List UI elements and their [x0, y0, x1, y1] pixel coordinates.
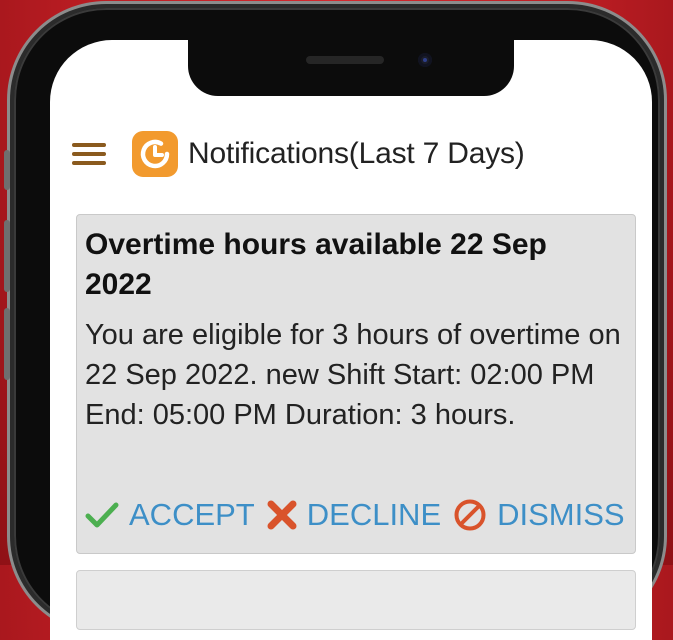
- notification-title: Overtime hours available 22 Sep 2022: [85, 228, 547, 301]
- accept-button[interactable]: ACCEPT: [85, 497, 255, 533]
- app-header: Notifications(Last 7 Days): [72, 131, 652, 177]
- phone-frame: Notifications(Last 7 Days) Overtime hour…: [4, 8, 660, 640]
- clock-app-logo-icon: [132, 131, 178, 177]
- volume-up-button: [4, 220, 10, 292]
- x-cross-icon: [267, 500, 297, 530]
- mute-switch: [4, 150, 10, 190]
- accept-label: ACCEPT: [129, 497, 255, 532]
- decline-button[interactable]: DECLINE: [267, 497, 441, 533]
- notch: [188, 40, 514, 96]
- dismiss-label: DISMISS: [497, 497, 625, 532]
- prohibited-circle-icon: [454, 499, 486, 531]
- next-notification-card: [76, 570, 636, 630]
- notification-actions: ACCEPT DECLINE DISMISS: [85, 497, 635, 533]
- dismiss-button[interactable]: DISMISS: [453, 497, 625, 533]
- notification-card: Overtime hours available 22 Sep 2022 You…: [76, 214, 636, 554]
- page-title: Notifications(Last 7 Days): [188, 137, 525, 170]
- front-camera: [418, 53, 432, 67]
- decline-label: DECLINE: [306, 497, 442, 532]
- notification-body: You are eligible for 3 hours of overtime…: [85, 319, 621, 431]
- hamburger-menu-icon[interactable]: [72, 139, 106, 169]
- app-screen: Notifications(Last 7 Days) Overtime hour…: [50, 40, 652, 640]
- speaker: [306, 56, 384, 64]
- volume-down-button: [4, 308, 10, 380]
- checkmark-icon: [85, 502, 119, 528]
